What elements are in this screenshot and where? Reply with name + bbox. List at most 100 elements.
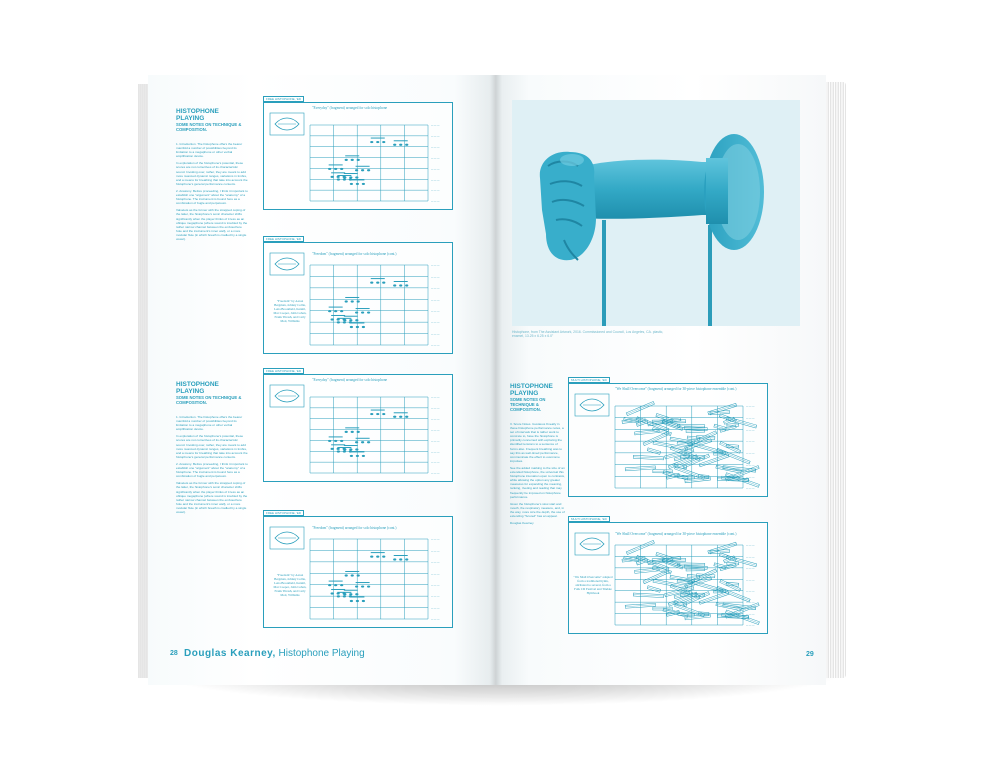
- score-notation: — — —— — —— — —— — —— — —— — —— — —— — —: [269, 112, 440, 204]
- left-section-1: HISTOPHONE PLAYING SOME NOTES ON TECHNIQ…: [176, 108, 248, 244]
- paragraph: Douglas Kearney: [510, 521, 534, 526]
- section-body: 3. Score Notes. Gustavus Kneally in thes…: [510, 422, 566, 525]
- svg-text:— — —: — — —: [431, 573, 440, 576]
- paragraph: In exploration of the histophone's poten…: [176, 434, 248, 459]
- score-sheet: — — — — — — — — — — — — — — — — — — — — — — — —…: [568, 516, 768, 634]
- paragraph: See the added marking to the size of an …: [510, 465, 565, 499]
- left-section-2: HISTOPHONE PLAYING SOME NOTES ON TECHNIQ…: [176, 381, 248, 517]
- svg-text:— — —: — — —: [431, 287, 440, 290]
- score-sheet: — — — — — — — — — — — — — — — — — — — — — — — —…: [263, 96, 453, 210]
- score-notation: — — — — — — — — — — — — — — — — — — — — — — — —: [269, 384, 440, 476]
- svg-text:— — —: — — —: [746, 590, 755, 593]
- svg-text:— — —: — — —: [431, 276, 440, 279]
- score-credit: "Freedom" by Aaron Bergman, Johnny Colli…: [273, 299, 307, 323]
- score-label: FREE HISTOPHONE, 'ED: [263, 368, 305, 374]
- score-sheet: — — — — — — — — — — — — — — — — — — — — — — — —…: [263, 236, 453, 354]
- svg-text:— — —: — — —: [431, 125, 440, 128]
- paragraph: 2. Anatomy. Before proceeding, I think i…: [176, 188, 248, 206]
- svg-text:— — —: — — —: [431, 322, 440, 325]
- paragraph: Given the histophone's slow start and mo…: [510, 501, 565, 518]
- svg-text:— — —: — — —: [431, 429, 440, 432]
- footer-author: Douglas Kearney,: [184, 648, 276, 659]
- section-heading: HISTOPHONE PLAYING: [176, 108, 219, 122]
- svg-text:— — —: — — —: [431, 584, 440, 587]
- score-label: MULTI HISTOPHONE, 'ED: [568, 516, 610, 522]
- svg-text:— — —: — — —: [746, 429, 755, 432]
- paragraph: 2. Anatomy. Before proceeding, I think i…: [176, 461, 248, 479]
- svg-text:— — —: — — —: [746, 488, 755, 491]
- svg-text:— — —: — — —: [431, 345, 440, 348]
- svg-text:— — —: — — —: [431, 539, 440, 542]
- section-body: 1. Introduction. The histophone offers t…: [176, 142, 248, 241]
- svg-text:— — —: — — —: [746, 464, 755, 467]
- svg-text:— — —: — — —: [431, 168, 440, 171]
- score-credit: "Freedom" by Aaron Bergman, Johnny Colli…: [273, 573, 307, 597]
- svg-text:— — —: — — —: [431, 440, 440, 443]
- page-number-right: 29: [806, 651, 814, 658]
- svg-text:— — —: — — —: [746, 567, 755, 570]
- footer-title: Douglas Kearney, Histophone Playing: [184, 648, 365, 659]
- svg-text:— — —: — — —: [746, 556, 755, 559]
- score-caption: "Everyday" (fragment) arranged for solo …: [312, 378, 388, 382]
- svg-text:— — —: — — —: [746, 579, 755, 582]
- svg-text:— — —: — — —: [431, 201, 440, 204]
- svg-text:— — —: — — —: [746, 625, 755, 628]
- section-subheading: SOME NOTES ON TECHNIQUE & COMPOSITION.: [176, 122, 242, 132]
- score-credit: "We Shall Overcome" adapted from a tradi…: [573, 575, 613, 595]
- svg-text:— — —: — — —: [431, 333, 440, 336]
- score-label: FREE HISTOPHONE, 'ED: [263, 236, 305, 242]
- paragraph: 3. Score Notes. Gustavus Kneally in thes…: [510, 422, 564, 463]
- paragraph: 1. Introduction. The histophone offers t…: [176, 415, 243, 432]
- score-label: FREE HISTOPHONE, 'ED: [263, 510, 305, 516]
- score-caption: "Freedom" (fragment) arranged for solo h…: [312, 526, 397, 530]
- score-label: FREE HISTOPHONE, 'ED: [263, 96, 305, 102]
- score-label: MULTI HISTOPHONE, 'ED: [568, 377, 610, 383]
- section-subheading: SOME NOTES ON TECHNIQUE & COMPOSITION.: [176, 395, 242, 405]
- page-number-left: 28: [170, 650, 178, 657]
- svg-text:— — —: — — —: [431, 190, 440, 193]
- svg-text:— — —: — — —: [431, 596, 440, 599]
- svg-text:— — —: — — —: [746, 545, 755, 548]
- svg-text:— — —: — — —: [431, 310, 440, 313]
- score-notation: — — —— — —— — —— — —— — —— — —— — —— — —: [574, 393, 760, 491]
- score-caption: "Freedom" (fragment) arranged for solo h…: [312, 252, 397, 256]
- svg-text:— — —: — — —: [431, 462, 440, 465]
- svg-text:— — —: — — —: [431, 561, 440, 564]
- histophone-photo: [512, 100, 800, 326]
- score-notation: — — — — — — — — — — — — — — — — — — — — — — — —: [269, 526, 440, 622]
- svg-text:— — —: — — —: [746, 417, 755, 420]
- svg-text:— — —: — — —: [431, 265, 440, 268]
- svg-text:— — —: — — —: [431, 473, 440, 476]
- svg-text:— — —: — — —: [431, 407, 440, 410]
- footer-work-title: Histophone Playing: [278, 648, 365, 659]
- svg-text:— — —: — — —: [431, 146, 440, 149]
- score-sheet: — — — — — — — — — — — — — — — — — — — — — — — —…: [568, 377, 768, 497]
- svg-text:— — —: — — —: [431, 157, 440, 160]
- score-sheet: — — — — — — — — — — — — — — — — — — — — — — — —…: [263, 368, 453, 482]
- svg-text:— — —: — — —: [431, 451, 440, 454]
- photo-caption: Histophone, from The Assistant Artwork, …: [512, 330, 664, 339]
- svg-text:— — —: — — —: [431, 418, 440, 421]
- histophone-illustration: [539, 134, 764, 326]
- svg-text:— — —: — — —: [431, 550, 440, 553]
- svg-text:— — —: — — —: [431, 619, 440, 622]
- svg-text:— — —: — — —: [746, 406, 755, 409]
- score-caption: "We Shall Overcome" (fragment) arranged …: [615, 532, 737, 536]
- paragraph: Valvelets as the former with the strappe…: [176, 481, 248, 514]
- section-subheading: SOME NOTES ON TECHNIQUE & COMPOSITION.: [510, 397, 546, 412]
- section-heading: HISTOPHONE PLAYING: [176, 381, 219, 395]
- score-caption: "Everyday" (fragment) arranged for solo …: [312, 106, 388, 110]
- svg-text:— — —: — — —: [431, 299, 440, 302]
- section-body: 1. Introduction. The histophone offers t…: [176, 415, 248, 514]
- score-sheet: — — — — — — — — — — — — — — — — — — — — — — — —…: [263, 510, 453, 628]
- right-section: HISTOPHONE PLAYING SOME NOTES ON TECHNIQ…: [510, 383, 566, 528]
- book-spine: [490, 75, 502, 685]
- svg-text:— — —: — — —: [746, 441, 755, 444]
- section-heading: HISTOPHONE PLAYING: [510, 383, 553, 397]
- svg-text:— — —: — — —: [431, 397, 440, 400]
- score-notation: — — — — — — — — — — — — — — — — — — — — — — — —: [269, 252, 440, 348]
- score-caption: "We Shall Overcome" (fragment) arranged …: [615, 387, 737, 391]
- right-page-edges: [824, 82, 846, 678]
- svg-text:— — —: — — —: [431, 607, 440, 610]
- svg-text:— — —: — — —: [431, 135, 440, 138]
